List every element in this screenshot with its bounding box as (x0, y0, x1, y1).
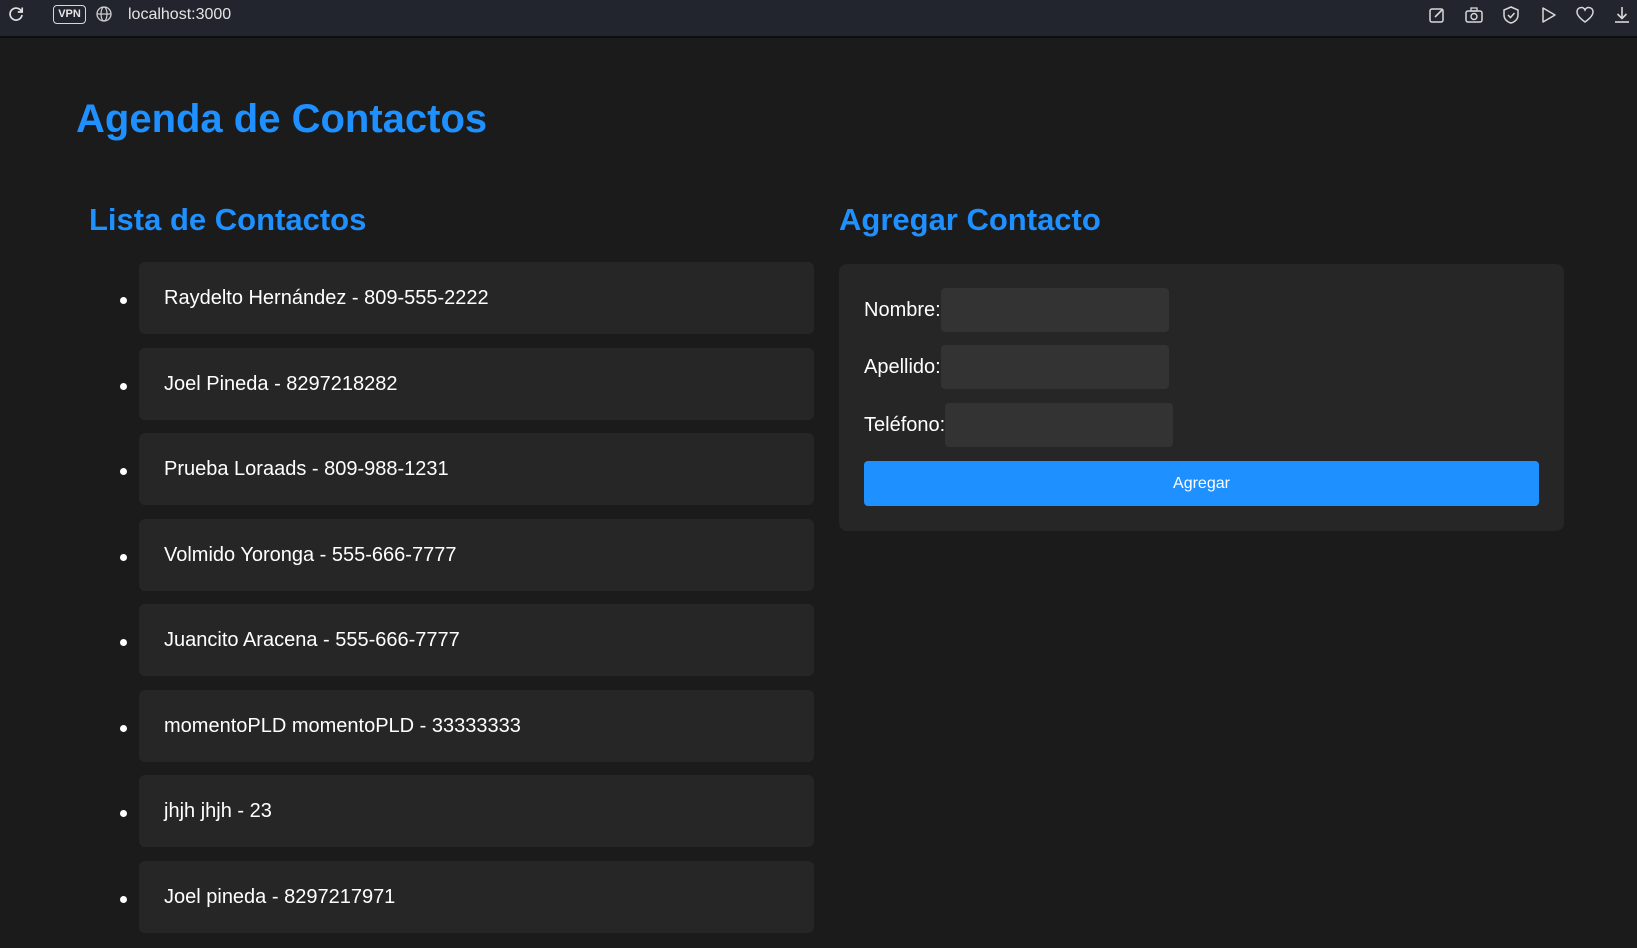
bullet-icon (120, 639, 127, 646)
contact-list-title: Lista de Contactos (89, 202, 367, 237)
add-contact-form: Nombre: Apellido: Teléfono: Agregar (839, 264, 1564, 531)
globe-icon (96, 6, 112, 22)
list-item: jhjh jhjh - 23 (112, 775, 814, 849)
list-item: Volmido Yoronga - 555-666-7777 (112, 518, 814, 593)
contact-card: Joel Pineda - 8297218282 (139, 347, 814, 420)
bullet-icon (120, 468, 127, 475)
reload-icon[interactable] (6, 4, 26, 24)
list-item: Raydelto Hernández - 809-555-2222 (112, 262, 814, 336)
list-item: Juancito Aracena - 555-666-7777 (112, 604, 814, 678)
bullet-icon (120, 382, 127, 390)
list-item: Joel pineda - 8297217971 (112, 860, 814, 935)
add-contact-button[interactable]: Agregar (864, 461, 1539, 506)
list-item: momentoPLD momentoPLD - 33333333 (112, 689, 814, 764)
bullet-icon (120, 895, 127, 903)
bullet-icon (120, 810, 127, 817)
bullet-icon (120, 297, 127, 304)
contact-card: Juancito Aracena - 555-666-7777 (139, 604, 814, 676)
edit-icon[interactable] (1426, 4, 1448, 26)
contact-card: momentoPLD momentoPLD - 33333333 (139, 689, 814, 762)
telefono-label: Teléfono: (864, 414, 946, 436)
contact-card: Joel pineda - 8297217971 (139, 860, 814, 933)
download-icon[interactable] (1611, 4, 1633, 26)
nombre-label: Nombre: (864, 299, 941, 321)
page-content: Agenda de Contactos Lista de Contactos R… (0, 40, 1637, 936)
address-bar[interactable]: localhost:3000 (128, 4, 231, 25)
camera-icon[interactable] (1463, 4, 1485, 26)
apellido-label: Apellido: (864, 356, 941, 378)
toolbar-actions (1417, 4, 1637, 26)
apellido-input[interactable] (941, 345, 1169, 389)
page-title: Agenda de Contactos (76, 97, 488, 141)
add-contact-title: Agregar Contacto (839, 202, 1101, 237)
bullet-icon (120, 724, 127, 732)
heart-icon[interactable] (1574, 4, 1596, 26)
play-icon[interactable] (1537, 4, 1559, 26)
browser-toolbar: VPN localhost:3000 (0, 0, 1637, 38)
shield-icon[interactable] (1500, 4, 1522, 26)
contact-card: jhjh jhjh - 23 (139, 775, 814, 847)
contact-list: Raydelto Hernández - 809-555-2222 Joel P… (112, 262, 814, 948)
nombre-input[interactable] (941, 288, 1169, 332)
contact-card: Volmido Yoronga - 555-666-7777 (139, 518, 814, 591)
list-item: Joel Pineda - 8297218282 (112, 347, 814, 422)
bullet-icon (120, 553, 127, 561)
telefono-input[interactable] (945, 403, 1173, 447)
list-item: Prueba Loraads - 809-988-1231 (112, 433, 814, 507)
contact-card: Raydelto Hernández - 809-555-2222 (139, 262, 814, 334)
contact-card: Prueba Loraads - 809-988-1231 (139, 433, 814, 505)
vpn-badge[interactable]: VPN (53, 5, 86, 24)
